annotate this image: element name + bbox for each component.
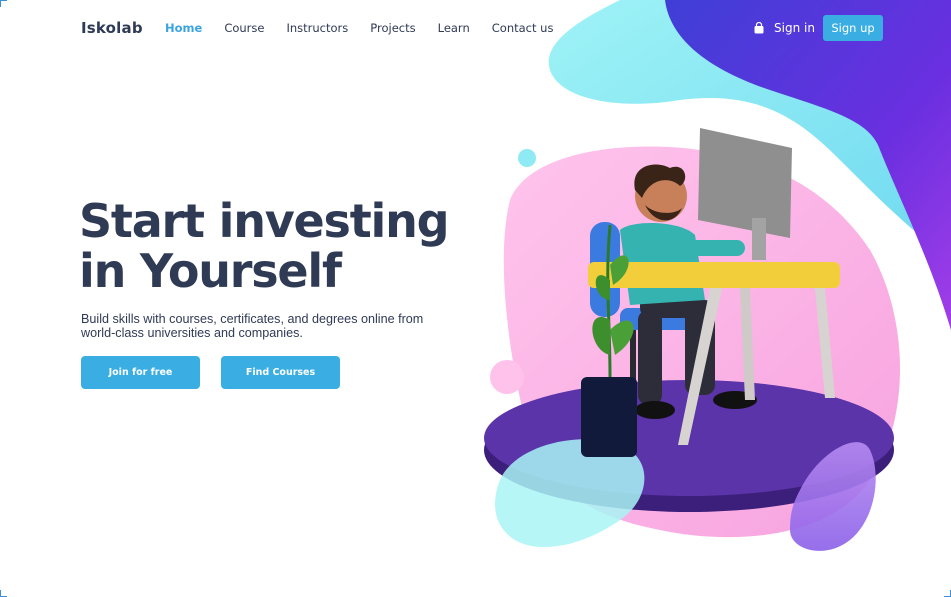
sign-up-button[interactable]: Sign up xyxy=(823,15,883,41)
nav-link-projects[interactable]: Projects xyxy=(370,21,415,35)
join-for-free-button[interactable]: Join for free xyxy=(81,356,200,389)
nav-link-home[interactable]: Home xyxy=(165,21,202,35)
monitor xyxy=(698,128,792,238)
nav-link-instructors[interactable]: Instructors xyxy=(286,21,348,35)
frame-corner xyxy=(0,590,7,597)
nav-link-course[interactable]: Course xyxy=(224,21,264,35)
hero-headline: Start investing in Yourself xyxy=(79,196,479,296)
hero-illustration xyxy=(470,0,951,597)
find-courses-button[interactable]: Find Courses xyxy=(221,356,340,389)
shopping-bag-icon xyxy=(754,22,764,34)
headline-line-2: in Yourself xyxy=(79,244,342,298)
sign-in-link[interactable]: Sign in xyxy=(753,21,815,35)
sign-in-label: Sign in xyxy=(774,21,815,35)
person-arm xyxy=(675,240,745,256)
cyan-dot xyxy=(518,149,536,167)
nav-links: Home Course Instructors Projects Learn C… xyxy=(165,21,575,35)
plant-pot xyxy=(581,377,637,457)
shoe xyxy=(635,401,675,419)
headline-line-1: Start investing xyxy=(79,194,450,248)
nav-link-learn[interactable]: Learn xyxy=(438,21,470,35)
pink-dot xyxy=(490,360,524,394)
top-nav: Iskolab Home Course Instructors Projects… xyxy=(0,0,951,58)
nav-link-contact[interactable]: Contact us xyxy=(492,21,554,35)
hero-subtext: Build skills with courses, certificates,… xyxy=(81,312,424,340)
brand-logo[interactable]: Iskolab xyxy=(81,19,143,37)
